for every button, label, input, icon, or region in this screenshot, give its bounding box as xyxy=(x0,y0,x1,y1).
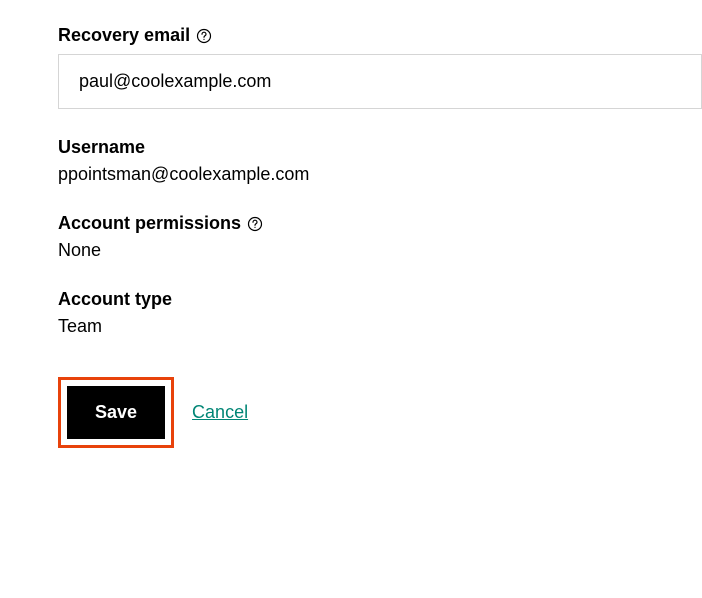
permissions-label: Account permissions xyxy=(58,213,702,234)
permissions-value: None xyxy=(58,240,702,261)
recovery-email-label: Recovery email xyxy=(58,25,702,46)
account-type-label: Account type xyxy=(58,289,702,310)
cancel-link[interactable]: Cancel xyxy=(192,402,248,423)
recovery-email-label-text: Recovery email xyxy=(58,25,190,46)
account-type-group: Account type Team xyxy=(58,289,702,337)
help-icon[interactable] xyxy=(196,28,212,44)
recovery-email-input[interactable] xyxy=(58,54,702,109)
form-actions: Save Cancel xyxy=(58,377,702,448)
permissions-label-text: Account permissions xyxy=(58,213,241,234)
permissions-group: Account permissions None xyxy=(58,213,702,261)
username-group: Username ppointsman@coolexample.com xyxy=(58,137,702,185)
help-icon[interactable] xyxy=(247,216,263,232)
save-button[interactable]: Save xyxy=(67,386,165,439)
account-type-value: Team xyxy=(58,316,702,337)
username-value: ppointsman@coolexample.com xyxy=(58,164,702,185)
username-label: Username xyxy=(58,137,702,158)
save-highlight-box: Save xyxy=(58,377,174,448)
account-type-label-text: Account type xyxy=(58,289,172,310)
recovery-email-group: Recovery email xyxy=(58,25,702,109)
username-label-text: Username xyxy=(58,137,145,158)
